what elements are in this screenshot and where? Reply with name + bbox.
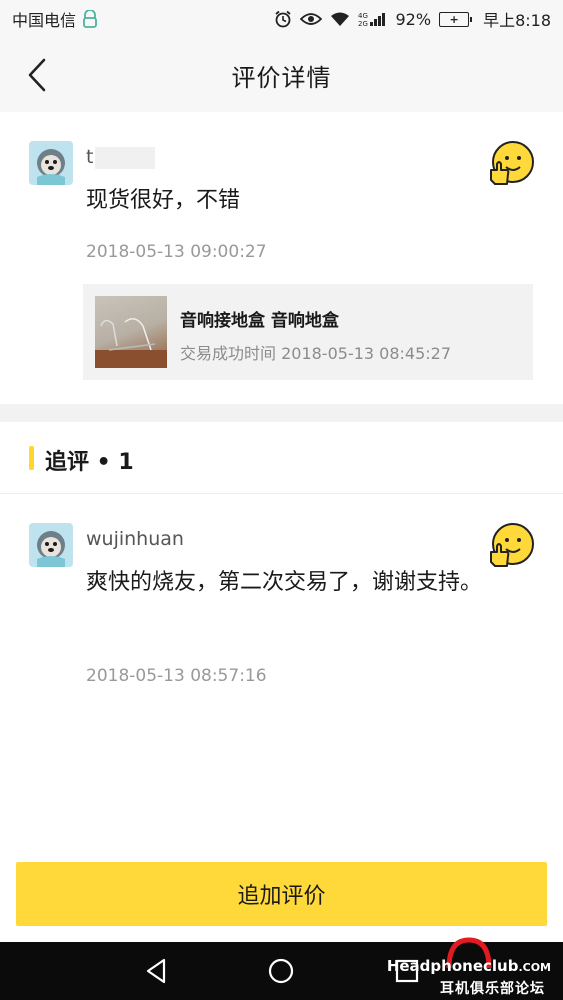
- thumbs-up-emoji-icon: [487, 522, 535, 570]
- svg-text:2G: 2G: [358, 20, 368, 27]
- comment-username: wujinhuan: [86, 528, 184, 550]
- accent-bar: [29, 446, 34, 470]
- chevron-left-icon: [28, 58, 46, 92]
- watermark-forum-name: 耳机俱乐部论坛: [440, 981, 545, 997]
- thumbs-up-emoji-icon: [487, 140, 535, 188]
- status-bar: 中国电信 4G 2G 92% + 早上8:18: [0, 0, 563, 38]
- add-review-button[interactable]: 追加评价: [16, 862, 547, 926]
- comment-text: 现货很好，不错: [86, 188, 241, 213]
- circle-home-icon: [268, 958, 294, 984]
- privacy-space-icon: [82, 10, 98, 28]
- watermark-site: Headphoneclub.COM: [386, 957, 551, 975]
- section-divider: [0, 404, 563, 422]
- watermark-logo: Headphoneclub.COM 耳机俱乐部论坛: [387, 937, 557, 1000]
- clock-time: 早上8:18: [483, 11, 551, 30]
- comment-text: 爽快的烧友，第二次交易了，谢谢支持。: [86, 570, 483, 595]
- product-card[interactable]: 音响接地盒 音响地盒 交易成功时间 2018-05-13 08:45:27: [83, 284, 533, 380]
- battery-percent: 92%: [395, 9, 432, 29]
- triangle-back-icon: [146, 958, 166, 984]
- followup-title: 追评 • 1: [45, 450, 134, 475]
- eye-comfort-icon: [299, 12, 322, 26]
- avatar[interactable]: [29, 141, 73, 185]
- nav-back-button[interactable]: [142, 956, 172, 986]
- followup-section-header: 追评 • 1: [0, 422, 563, 494]
- comment-timestamp: 2018-05-13 08:57:16: [86, 666, 267, 686]
- masked-username: [95, 146, 156, 169]
- back-button[interactable]: [22, 58, 54, 92]
- page-header: 评价详情: [0, 38, 563, 112]
- nav-home-button[interactable]: [266, 956, 296, 986]
- followup-comment: wujinhuan 爽快的烧友，第二次交易了，谢谢支持。 2018-05-13 …: [0, 494, 563, 724]
- comment-timestamp: 2018-05-13 09:00:27: [86, 242, 267, 262]
- product-trade-time: 交易成功时间 2018-05-13 08:45:27: [180, 344, 452, 363]
- avatar[interactable]: [29, 523, 73, 567]
- page-title: 评价详情: [231, 63, 332, 92]
- wifi-icon: [330, 11, 350, 27]
- alarm-icon: [274, 10, 292, 28]
- battery-icon: +: [439, 11, 473, 27]
- carrier-label: 中国电信: [12, 11, 77, 30]
- comment-username: t: [86, 146, 156, 169]
- svg-text:4G: 4G: [358, 12, 368, 20]
- product-thumbnail: [95, 296, 167, 368]
- signal-icon: 4G 2G: [358, 11, 388, 27]
- product-title: 音响接地盒 音响地盒: [180, 311, 339, 331]
- system-nav-bar: Headphoneclub.COM 耳机俱乐部论坛: [0, 937, 563, 1000]
